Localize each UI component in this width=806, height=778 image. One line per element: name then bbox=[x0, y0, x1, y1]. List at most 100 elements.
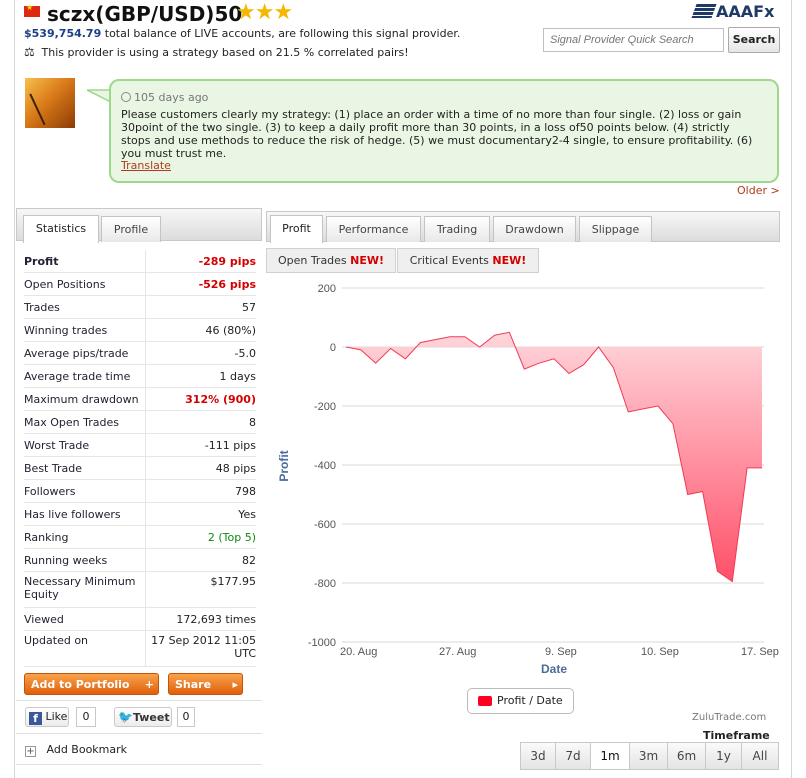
divider bbox=[16, 700, 262, 701]
add-to-portfolio-button[interactable]: Add to Portfolio + bbox=[24, 673, 159, 695]
y-tick-label: -1000 bbox=[308, 637, 336, 649]
timeframe-1y[interactable]: 1y bbox=[705, 742, 742, 770]
stat-label: Profit bbox=[24, 255, 59, 268]
tab-profit[interactable]: Profit bbox=[270, 215, 323, 243]
stat-row-divider bbox=[145, 250, 146, 272]
stat-row-divider bbox=[145, 503, 146, 525]
stat-row-divider bbox=[145, 549, 146, 571]
stat-value: 48 pips bbox=[215, 462, 256, 475]
chart-legend[interactable]: Profit / Date bbox=[467, 688, 574, 714]
timeframe-7d[interactable]: 7d bbox=[555, 742, 591, 770]
x-tick-label: 20. Aug bbox=[340, 646, 377, 658]
stat-row-divider bbox=[145, 526, 146, 548]
balance-line: $539,754.79 total balance of LIVE accoun… bbox=[24, 27, 460, 40]
stat-label: Winning trades bbox=[24, 324, 108, 337]
tab-slippage[interactable]: Slippage bbox=[579, 216, 652, 242]
stat-row: Running weeks 82 bbox=[24, 549, 256, 572]
timeframe-3d[interactable]: 3d bbox=[520, 742, 556, 770]
profit-chart[interactable]: 200 0 -200 -400 -600 -800 -1000 20. Aug 27. Aug… bbox=[266, 274, 780, 694]
stat-row: Open Positions -526 pips bbox=[24, 273, 256, 296]
avatar[interactable] bbox=[25, 78, 75, 128]
tweet-button[interactable]: 🐦Tweet bbox=[114, 707, 172, 727]
stat-value: -111 pips bbox=[204, 439, 256, 452]
plus-icon: + bbox=[144, 678, 154, 691]
stat-value: 57 bbox=[242, 301, 256, 314]
stat-value: 46 (80%) bbox=[205, 324, 256, 337]
clock-icon bbox=[121, 92, 131, 102]
share-button[interactable]: Share ▸ bbox=[168, 673, 243, 695]
y-tick-label: -800 bbox=[314, 578, 336, 590]
stat-row-divider bbox=[145, 411, 146, 433]
stat-row: Necessary Minimum Equity $177.95 bbox=[24, 572, 256, 608]
search-button[interactable]: Search bbox=[728, 27, 780, 53]
stat-label: Ranking bbox=[24, 531, 69, 544]
add-bookmark-link[interactable]: + Add Bookmark bbox=[25, 743, 127, 757]
y-tick-label: 200 bbox=[318, 283, 336, 295]
stat-row: Average trade time 1 days bbox=[24, 365, 256, 388]
stat-value: -5.0 bbox=[234, 347, 256, 360]
stat-label: Has live followers bbox=[24, 508, 121, 521]
stat-label: Best Trade bbox=[24, 462, 82, 475]
translate-link[interactable]: Translate bbox=[121, 159, 171, 172]
x-tick-label: 10. Sep bbox=[641, 646, 679, 658]
subtab-critical-events[interactable]: Critical Events NEW! bbox=[397, 248, 539, 273]
scale-icon: ⚖ bbox=[24, 45, 35, 59]
stat-value: 1 days bbox=[219, 370, 256, 383]
stat-row-divider bbox=[145, 342, 146, 364]
chart-credit[interactable]: ZuluTrade.com bbox=[692, 712, 766, 723]
stat-label: Updated on bbox=[24, 634, 89, 647]
stat-value: 2 (Top 5) bbox=[207, 531, 256, 544]
timeframe-1m[interactable]: 1m bbox=[590, 742, 630, 770]
like-label: Like bbox=[45, 710, 68, 723]
stat-label: Followers bbox=[24, 485, 76, 498]
legend-label: Profit / Date bbox=[497, 694, 563, 707]
y-tick-label: -400 bbox=[314, 460, 336, 472]
subtab-open-trades[interactable]: Open Trades NEW! bbox=[266, 248, 396, 273]
brand-logo[interactable]: AAAFx bbox=[691, 2, 775, 21]
timeframe-6m[interactable]: 6m bbox=[667, 742, 706, 770]
tab-drawdown[interactable]: Drawdown bbox=[493, 216, 576, 242]
stat-value: -289 pips bbox=[198, 255, 256, 268]
y-axis-label: Profit bbox=[277, 450, 291, 481]
rating-stars: ★★★ bbox=[236, 0, 293, 25]
brand-logo-text: AAAFx bbox=[716, 2, 775, 21]
y-tick-label: -600 bbox=[314, 519, 336, 531]
stat-row-divider bbox=[145, 296, 146, 318]
tweet-label: Tweet bbox=[132, 711, 170, 724]
profit-area bbox=[346, 332, 762, 582]
message-text: Please customers clearly my strategy: (1… bbox=[121, 108, 753, 160]
older-link[interactable]: Older > bbox=[737, 184, 780, 197]
stat-row: Updated on 17 Sep 2012 11:05 UTC bbox=[24, 631, 256, 667]
tab-performance[interactable]: Performance bbox=[326, 216, 421, 242]
timeframe-all[interactable]: All bbox=[741, 742, 779, 770]
like-count: 0 bbox=[76, 707, 96, 727]
stat-label: Max Open Trades bbox=[24, 416, 119, 429]
tab-profile[interactable]: Profile bbox=[101, 216, 161, 242]
divider bbox=[16, 733, 262, 734]
stat-row: Average pips/trade -5.0 bbox=[24, 342, 256, 365]
stat-value: -526 pips bbox=[198, 278, 256, 291]
x-tick-label: 27. Aug bbox=[439, 646, 476, 658]
stat-label: Average trade time bbox=[24, 370, 131, 383]
add-to-portfolio-label: Add to Portfolio bbox=[31, 678, 130, 691]
tweet-count: 0 bbox=[177, 707, 195, 727]
x-tick-label: 9. Sep bbox=[545, 646, 577, 658]
stat-row-divider bbox=[145, 457, 146, 479]
stat-row: Has live followers Yes bbox=[24, 503, 256, 526]
tab-statistics[interactable]: Statistics bbox=[23, 215, 99, 243]
stat-row-divider bbox=[145, 365, 146, 387]
stat-row: Worst Trade -111 pips bbox=[24, 434, 256, 457]
stat-row: Trades 57 bbox=[24, 296, 256, 319]
search-input[interactable] bbox=[543, 28, 724, 52]
stat-row: Best Trade 48 pips bbox=[24, 457, 256, 480]
twitter-icon: 🐦 bbox=[118, 710, 133, 724]
stat-label: Necessary Minimum Equity bbox=[24, 575, 136, 601]
stat-row-divider bbox=[145, 388, 146, 410]
plus-box-icon: + bbox=[25, 746, 36, 757]
facebook-like-button[interactable]: f Like bbox=[25, 707, 69, 727]
balance-text: total balance of LIVE accounts, are foll… bbox=[104, 27, 461, 40]
timeframe-3m[interactable]: 3m bbox=[629, 742, 668, 770]
tab-trading[interactable]: Trading bbox=[424, 216, 490, 242]
stat-row-divider bbox=[145, 480, 146, 502]
stat-value: $177.95 bbox=[210, 575, 257, 588]
